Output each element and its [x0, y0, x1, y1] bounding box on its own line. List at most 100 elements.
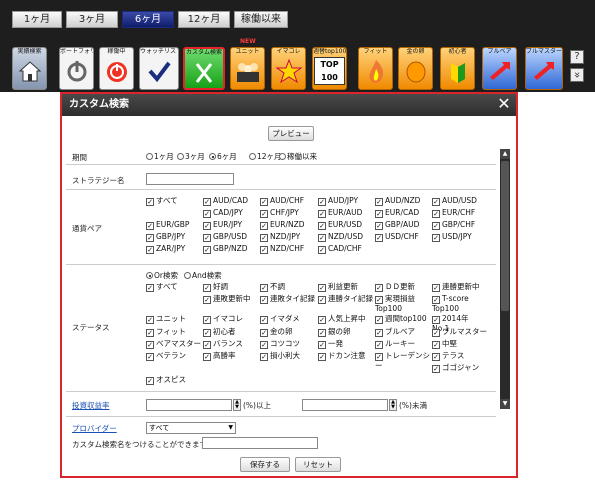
status-checkbox[interactable]: ✓ すべて [146, 282, 178, 292]
pair-checkbox[interactable]: ✓ EUR/AUD [318, 208, 362, 218]
pair-checkbox[interactable]: ✓ AUD/NZD [375, 196, 420, 206]
status-checkbox[interactable]: ✓ 不調 [260, 282, 285, 292]
pair-checkbox[interactable]: ✓ CAD/JPY [203, 208, 243, 218]
pair-checkbox[interactable]: ✓ ZAR/JPY [146, 244, 185, 254]
status-checkbox[interactable]: ✓ オスピス [146, 375, 186, 385]
status-checkbox[interactable]: ✓ 連勝更新中 [432, 282, 480, 292]
status-checkbox[interactable]: ✓ 銀の卵 [318, 327, 351, 337]
roi-max-spinner[interactable]: ▲ ▼ [389, 399, 397, 411]
scroll-thumb[interactable] [501, 161, 509, 311]
nav-bull-bear[interactable]: ブルベア [482, 47, 517, 90]
reset-button[interactable]: リセット [295, 457, 341, 472]
period-radio[interactable]: 12ヶ月 [249, 151, 282, 162]
pair-checkbox[interactable]: ✓ USD/JPY [432, 232, 472, 242]
period-radio[interactable]: 6ヶ月 [209, 151, 237, 162]
nav-unit[interactable]: ユニット [230, 47, 265, 90]
roi-max-input[interactable] [302, 399, 388, 411]
status-checkbox[interactable]: ✓ イマコレ [203, 314, 243, 324]
nav-fit[interactable]: フィット [358, 47, 393, 90]
pair-checkbox[interactable]: ✓ AUD/CHF [260, 196, 304, 206]
custom-name-input[interactable] [202, 437, 318, 449]
pair-checkbox[interactable]: ✓ GBP/JPY [146, 232, 185, 242]
status-checkbox[interactable]: ✓ 利益更新 [318, 282, 358, 292]
nav-imacore[interactable]: イマコレ [271, 47, 306, 90]
status-checkbox[interactable]: ✓ 連敗タイ記録 [260, 294, 315, 304]
roi-min-spinner[interactable]: ▲ ▼ [233, 399, 241, 411]
help-icon[interactable]: ? [570, 50, 584, 64]
pair-checkbox[interactable]: ✓ EUR/NZD [260, 220, 305, 230]
status-checkbox[interactable]: ✓ フィット [146, 327, 186, 337]
status-checkbox[interactable]: ✓ 中堅 [432, 339, 457, 349]
pair-checkbox[interactable]: ✓ GBP/CHF [432, 220, 475, 230]
pair-checkbox[interactable]: ✓ USD/CHF [375, 232, 419, 242]
status-checkbox[interactable]: ✓ 好調 [203, 282, 228, 292]
close-icon[interactable]: ✕ [495, 95, 513, 113]
nav-bull-master[interactable]: ブルマスター [525, 47, 563, 90]
status-checkbox[interactable]: ✓ ブルマスター [432, 327, 487, 337]
nav-watchlist[interactable]: ウォッチリスト [139, 47, 179, 90]
preview-button[interactable]: プレビュー [268, 126, 314, 141]
status-checkbox[interactable]: ✓ バランス [203, 339, 243, 349]
pair-checkbox[interactable]: ✓ EUR/USD [318, 220, 362, 230]
pair-checkbox[interactable]: ✓ EUR/GBP [146, 220, 189, 230]
period-tab-12m[interactable]: 12ヶ月 [178, 11, 230, 28]
status-checkbox[interactable]: ✓ イマダメ [260, 314, 300, 324]
status-checkbox[interactable]: ✓ 実現損益 Top100 [375, 294, 431, 313]
nav-portfolio[interactable]: ポートフォリ [59, 47, 94, 90]
nav-live-search[interactable]: 実績検索 [12, 47, 47, 90]
period-radio[interactable]: 1ヶ月 [146, 151, 174, 162]
provider-select[interactable]: すべて ▼ [146, 422, 236, 434]
pair-checkbox[interactable]: ✓ EUR/JPY [203, 220, 242, 230]
scroll-up-icon[interactable]: ▲ [500, 149, 510, 159]
status-checkbox[interactable]: ✓ ドカン注意 [318, 351, 366, 361]
nav-top100[interactable]: 週替top100 TOP 100 [312, 47, 347, 90]
status-checkbox[interactable]: ✓ ルーキー [375, 339, 415, 349]
scroll-down-icon[interactable]: ▼ [500, 399, 510, 409]
pair-checkbox[interactable]: ✓ NZD/JPY [260, 232, 300, 242]
provider-link[interactable]: プロバイダー [72, 423, 117, 434]
pair-checkbox[interactable]: ✓ AUD/CAD [203, 196, 248, 206]
period-tab-3m[interactable]: 3ヶ月 [66, 11, 118, 28]
strategy-input[interactable] [146, 173, 234, 185]
status-checkbox[interactable]: ✓ 高勝率 [203, 351, 236, 361]
status-checkbox[interactable]: ✓ トレーデンシー [375, 351, 431, 370]
status-checkbox[interactable]: ✓ ブルベア [375, 327, 415, 337]
pair-checkbox[interactable]: ✓ NZD/USD [318, 232, 363, 242]
nav-golden-egg[interactable]: 金の卵 [398, 47, 433, 90]
roi-link[interactable]: 投資収益率 [72, 400, 110, 411]
and-search-radio[interactable]: And検索 [184, 270, 222, 281]
pair-checkbox[interactable]: ✓ NZD/CHF [260, 244, 304, 254]
status-checkbox[interactable]: ✓ 人気上昇中 [318, 314, 366, 324]
pair-checkbox[interactable]: ✓ CAD/CHF [318, 244, 362, 254]
period-tab-1m[interactable]: 1ヶ月 [12, 11, 62, 28]
period-radio[interactable]: 3ヶ月 [177, 151, 205, 162]
status-checkbox[interactable]: ✓ 損小利大 [260, 351, 300, 361]
status-checkbox[interactable]: ✓ T-score Top100 [432, 294, 488, 313]
pair-checkbox[interactable]: ✓ GBP/USD [203, 232, 247, 242]
period-tab-6m[interactable]: 6ヶ月 [122, 11, 174, 28]
pair-checkbox[interactable]: ✓ すべて [146, 196, 178, 206]
pair-checkbox[interactable]: ✓ EUR/CHF [432, 208, 475, 218]
status-checkbox[interactable]: ✓ 一発 [318, 339, 343, 349]
nav-beginner[interactable]: 初心者 [440, 47, 475, 90]
period-radio[interactable]: 稼働以来 [279, 151, 317, 162]
pair-checkbox[interactable]: ✓ AUD/JPY [318, 196, 358, 206]
status-checkbox[interactable]: ✓ ベアマスター [146, 339, 201, 349]
or-search-radio[interactable]: Or検索 [146, 270, 178, 281]
status-checkbox[interactable]: ✓ 初心者 [203, 327, 236, 337]
status-checkbox[interactable]: ✓ テラス [432, 351, 464, 361]
status-checkbox[interactable]: ✓ 金の卵 [260, 327, 293, 337]
roi-min-input[interactable] [146, 399, 232, 411]
pair-checkbox[interactable]: ✓ CHF/JPY [260, 208, 299, 218]
status-checkbox[interactable]: ✓ コツコツ [260, 339, 300, 349]
pair-checkbox[interactable]: ✓ AUD/USD [432, 196, 477, 206]
status-checkbox[interactable]: ✓ 週間top100 [375, 314, 427, 324]
status-checkbox[interactable]: ✓ 連敗更新中 [203, 294, 251, 304]
nav-active[interactable]: 稼働中 [99, 47, 134, 90]
status-checkbox[interactable]: ✓ ゴゴジャン [432, 363, 479, 373]
nav-custom-search[interactable]: カスタム検索 [183, 47, 225, 90]
pair-checkbox[interactable]: ✓ GBP/AUD [375, 220, 419, 230]
status-checkbox[interactable]: ✓ ユニット [146, 314, 186, 324]
status-checkbox[interactable]: ✓ 連勝タイ記録 [318, 294, 373, 304]
period-tab-since-start[interactable]: 稼働以来 [234, 11, 288, 28]
